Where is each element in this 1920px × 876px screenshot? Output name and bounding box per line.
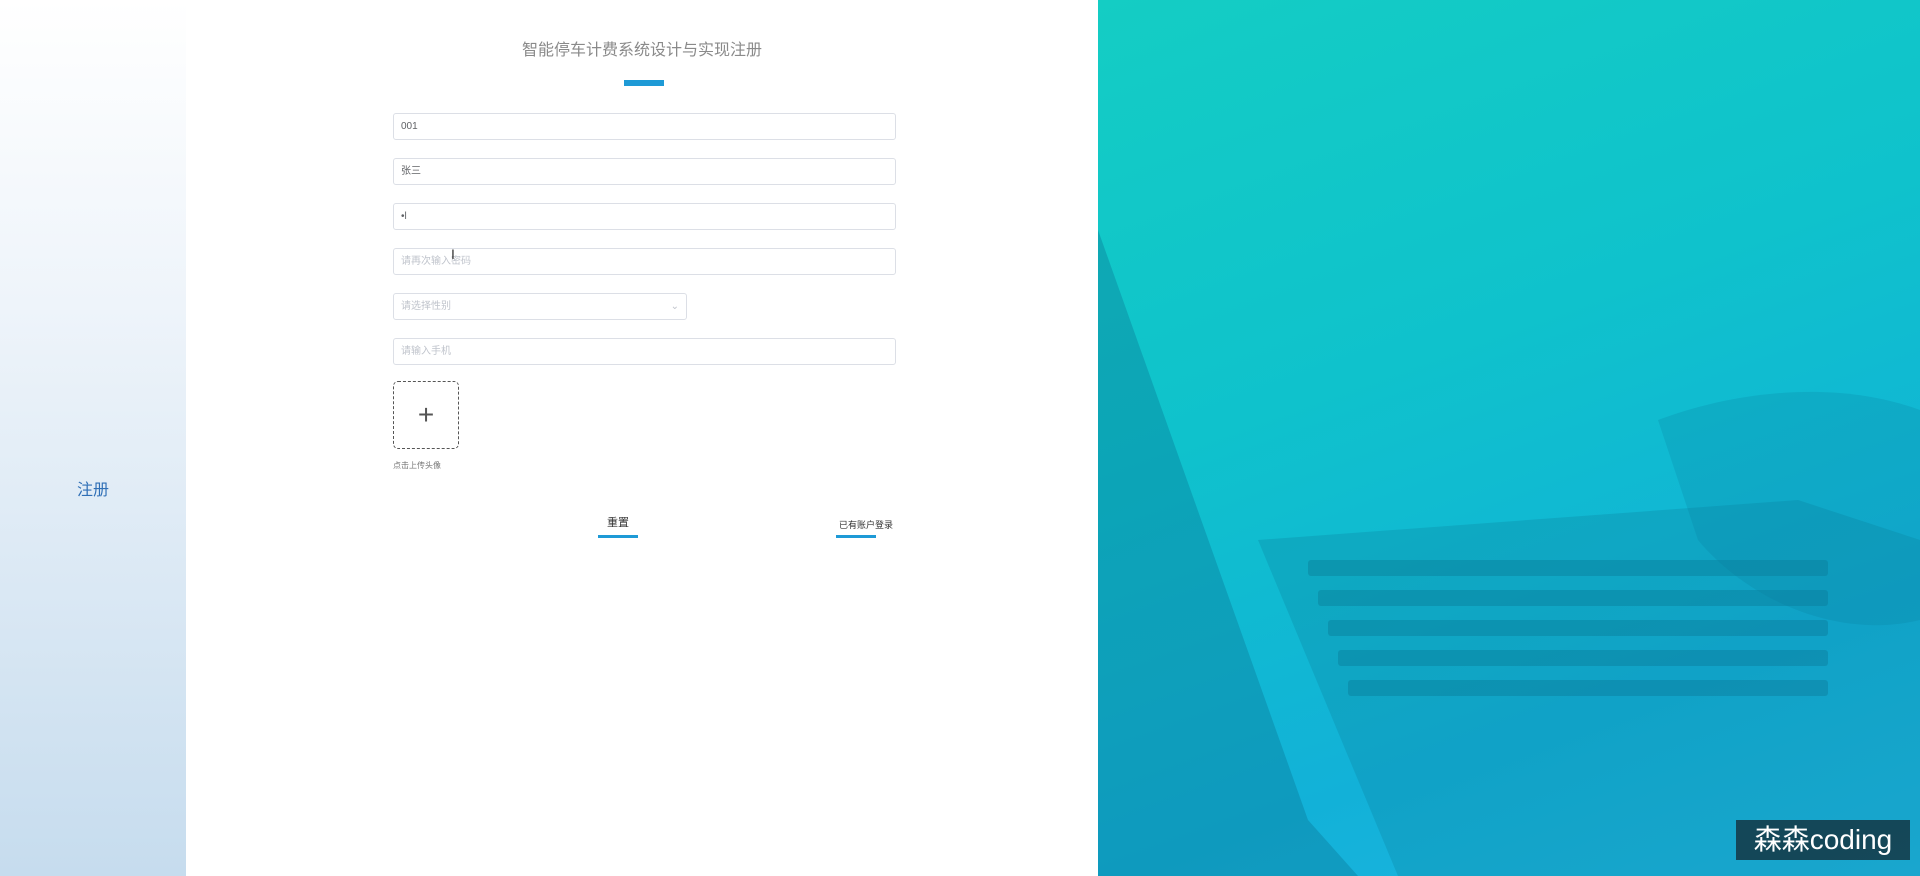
gender-select[interactable]: 请选择性别 ⌄ <box>393 293 687 320</box>
upload-hint: 点击上传头像 <box>393 461 441 470</box>
register-form-panel: 智能停车计费系统设计与实现注册 001 张三 •l 请再次输入密码 请选择性别 … <box>186 0 1098 876</box>
gender-select-placeholder: 请选择性别 <box>401 301 451 312</box>
login-underline <box>836 535 876 538</box>
login-link[interactable]: 已有账户登录 <box>826 518 906 531</box>
chevron-down-icon: ⌄ <box>670 301 679 312</box>
title-underline <box>624 80 664 86</box>
password-input[interactable]: •l <box>393 203 896 230</box>
confirm-password-input[interactable]: 请再次输入密码 <box>393 248 896 275</box>
reset-button[interactable]: 重置 <box>598 514 638 530</box>
left-sidebar: 注册 <box>0 0 186 876</box>
page-title: 智能停车计费系统设计与实现注册 <box>521 42 762 59</box>
account-input[interactable]: 001 <box>393 113 896 140</box>
reset-underline <box>598 535 638 538</box>
text-cursor-icon: I <box>451 246 455 262</box>
name-input[interactable]: 张三 <box>393 158 896 185</box>
phone-input[interactable]: 请输入手机 <box>393 338 896 365</box>
plus-icon: + <box>417 399 435 430</box>
register-tab[interactable]: 注册 <box>0 476 186 500</box>
background-image-panel <box>1098 0 1920 876</box>
avatar-upload[interactable]: + <box>393 381 459 449</box>
watermark: 森森coding <box>1736 820 1910 860</box>
laptop-illustration <box>1098 230 1920 876</box>
